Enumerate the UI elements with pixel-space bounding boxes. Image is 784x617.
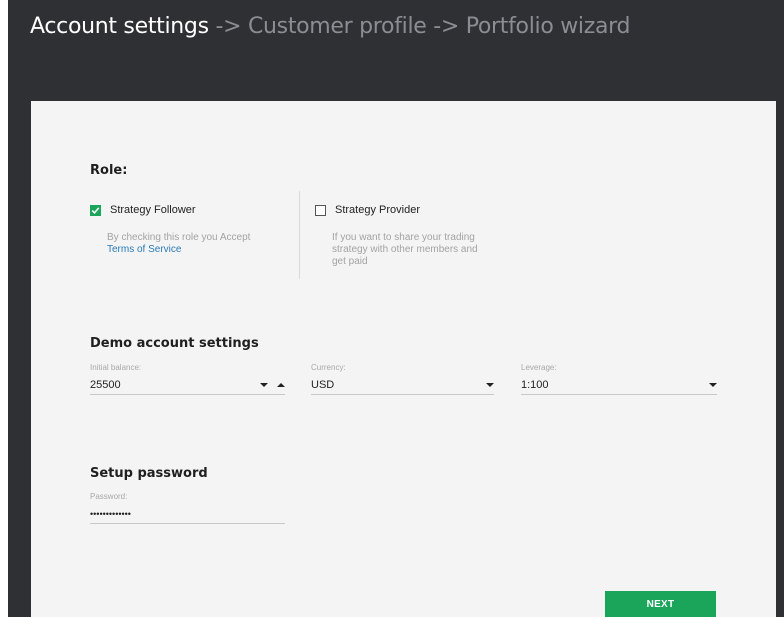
- initial-balance-value: 25500: [90, 379, 121, 391]
- role-title: Role:: [90, 163, 128, 178]
- strategy-provider-label: Strategy Provider: [335, 204, 420, 216]
- strategy-provider-description: If you want to share your trading strate…: [332, 232, 502, 268]
- breadcrumb: Account settings -> Customer profile -> …: [30, 14, 630, 39]
- terms-of-service-link[interactable]: Terms of Service: [107, 244, 277, 256]
- leverage-value: 1:100: [521, 379, 549, 391]
- strategy-provider-option[interactable]: Strategy Provider: [315, 204, 420, 216]
- checkmark-icon: [91, 206, 100, 214]
- breadcrumb-portfolio-wizard[interactable]: Portfolio wizard: [466, 14, 631, 39]
- setup-password-title: Setup password: [90, 466, 208, 481]
- demo-settings-title: Demo account settings: [90, 336, 259, 351]
- next-button[interactable]: NEXT: [605, 591, 716, 617]
- strategy-provider-checkbox[interactable]: [315, 204, 326, 216]
- settings-card: Role: Strategy Follower By checking this…: [31, 101, 776, 617]
- breadcrumb-account-settings[interactable]: Account settings: [30, 14, 209, 39]
- strategy-follower-checkbox[interactable]: [90, 204, 101, 216]
- chevron-down-icon[interactable]: [260, 383, 268, 387]
- currency-label: Currency:: [311, 363, 346, 372]
- strategy-follower-description: By checking this role you Accept Terms o…: [107, 232, 277, 256]
- password-field[interactable]: •••••••••••••: [90, 505, 285, 524]
- provider-desc-line: strategy with other members and: [332, 244, 478, 255]
- currency-select[interactable]: USD: [311, 376, 494, 395]
- currency-value: USD: [311, 379, 335, 391]
- breadcrumb-separator: ->: [433, 14, 459, 39]
- breadcrumb-separator: ->: [215, 14, 242, 39]
- chevron-down-icon: [709, 383, 717, 387]
- password-value: •••••••••••••: [90, 509, 131, 519]
- provider-desc-line: get paid: [332, 256, 368, 267]
- strategy-follower-label: Strategy Follower: [110, 204, 196, 216]
- chevron-down-icon: [486, 383, 494, 387]
- password-label: Password:: [90, 492, 128, 501]
- leverage-select[interactable]: 1:100: [521, 376, 717, 395]
- leverage-label: Leverage:: [521, 363, 557, 372]
- strategy-follower-option[interactable]: Strategy Follower: [90, 204, 196, 216]
- chevron-up-icon[interactable]: [277, 383, 285, 387]
- balance-stepper-controls: [260, 383, 285, 387]
- initial-balance-stepper[interactable]: 25500: [90, 376, 285, 395]
- breadcrumb-customer-profile[interactable]: Customer profile: [248, 14, 427, 39]
- follower-desc-text: By checking this role you Accept: [107, 232, 251, 243]
- initial-balance-label: Initial balance:: [90, 363, 142, 372]
- provider-desc-line: If you want to share your trading: [332, 232, 475, 243]
- role-divider: [299, 191, 300, 279]
